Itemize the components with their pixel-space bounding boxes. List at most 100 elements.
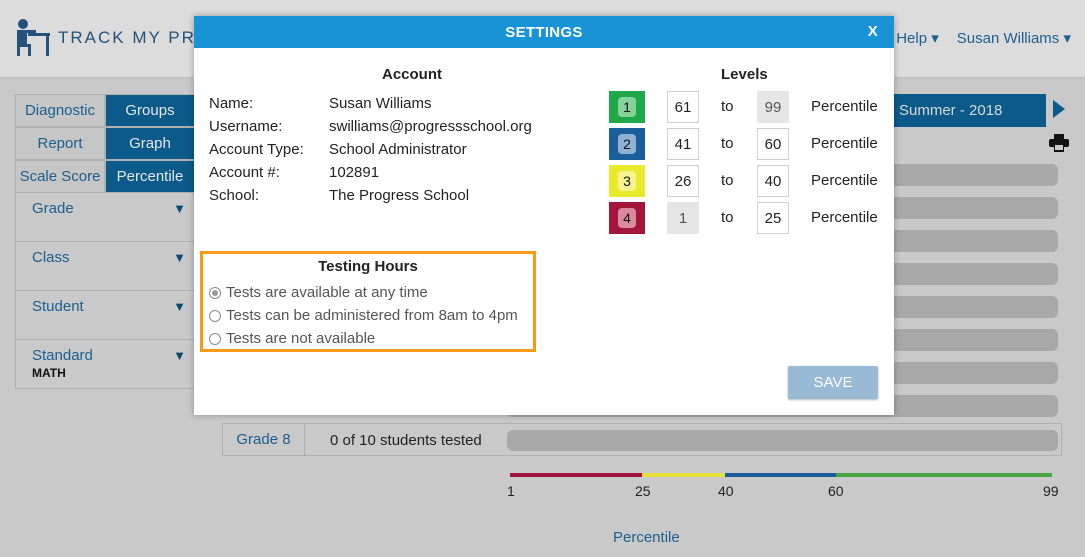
account-value: School Administrator <box>329 141 467 158</box>
standard-filter-value: MATH <box>32 366 66 380</box>
grade-status: 0 of 10 students tested <box>330 432 482 449</box>
account-value: swilliams@progressschool.org <box>329 118 532 135</box>
scale-segment-green <box>836 473 1052 477</box>
season-selector[interactable]: Summer - 2018 <box>893 94 1046 127</box>
level-badge: 4 <box>609 202 645 234</box>
level-from-value: 1 <box>667 202 699 234</box>
level-row-2: 2 41 to 60 Percentile <box>609 128 889 160</box>
account-row: Name: Susan Williams <box>209 92 532 115</box>
top-nav: Help ▾ Susan Williams ▾ <box>896 29 1071 47</box>
scale-segment-red <box>510 473 642 477</box>
level-to-label: to <box>721 98 734 115</box>
testing-option-unavailable[interactable]: Tests are not available <box>209 330 375 347</box>
level-badge: 2 <box>609 128 645 160</box>
scale-tick: 60 <box>828 483 844 499</box>
sidebar: Diagnostic Groups Report Graph Scale Sco… <box>15 94 195 389</box>
scale-tick: 1 <box>507 483 515 499</box>
settings-modal: SETTINGS X Account Name: Susan Williams … <box>194 16 894 415</box>
account-key: Username: <box>209 118 283 135</box>
account-key: Name: <box>209 95 254 112</box>
testing-hours-panel: Testing Hours Tests are available at any… <box>200 251 536 352</box>
account-key: School: <box>209 187 260 204</box>
chevron-down-icon: ▼ <box>173 201 186 216</box>
next-arrow-icon[interactable] <box>1053 100 1065 118</box>
level-to-input[interactable]: 40 <box>757 165 789 197</box>
account-value: The Progress School <box>329 187 470 204</box>
grade-filter[interactable]: Grade ▼ <box>15 193 195 242</box>
testing-option-8am-4pm[interactable]: Tests can be administered from 8am to 4p… <box>209 307 518 324</box>
account-row: School: The Progress School <box>209 184 532 207</box>
graph-toggle[interactable]: Graph <box>105 127 195 160</box>
level-badge: 3 <box>609 165 645 197</box>
account-row: Account #: 102891 <box>209 161 532 184</box>
level-unit-label: Percentile <box>811 98 878 115</box>
level-unit-label: Percentile <box>811 209 878 226</box>
student-filter-label: Student <box>32 298 84 315</box>
standard-filter-label: Standard <box>32 347 93 364</box>
scale-segment-yellow <box>642 473 725 477</box>
chevron-down-icon: ▼ <box>173 348 186 363</box>
modal-header: SETTINGS X <box>194 16 894 48</box>
level-to-input[interactable]: 25 <box>757 202 789 234</box>
grade-progress-bar <box>507 430 1058 451</box>
account-value: 102891 <box>329 164 380 181</box>
app-logo[interactable]: TRACK MY PRO <box>14 18 211 58</box>
grade-filter-label: Grade <box>32 200 74 217</box>
display-toggle-row: Report Graph <box>15 127 195 160</box>
scale-title: Percentile <box>613 529 680 546</box>
account-details: Name: Susan Williams Username: swilliams… <box>209 92 532 207</box>
score-toggle-row: Scale Score Percentile <box>15 160 195 193</box>
radio-unchecked-icon[interactable] <box>209 332 221 345</box>
user-menu[interactable]: Susan Williams ▾ <box>957 29 1071 47</box>
chevron-down-icon: ▼ <box>173 250 186 265</box>
testing-option-label: Tests are available at any time <box>226 284 428 301</box>
scale-score-toggle[interactable]: Scale Score <box>15 160 105 193</box>
class-filter-label: Class <box>32 249 70 266</box>
account-key: Account Type: <box>209 141 304 158</box>
close-button[interactable]: X <box>868 23 878 40</box>
level-to-value: 99 <box>757 91 789 123</box>
level-row-3: 3 26 to 40 Percentile <box>609 165 889 197</box>
account-row: Username: swilliams@progressschool.org <box>209 115 532 138</box>
scale-tick: 25 <box>635 483 651 499</box>
radio-unchecked-icon[interactable] <box>209 309 221 322</box>
level-from-input[interactable]: 41 <box>667 128 699 160</box>
chevron-down-icon: ▼ <box>173 299 186 314</box>
class-filter[interactable]: Class ▼ <box>15 242 195 291</box>
level-from-input[interactable]: 26 <box>667 165 699 197</box>
levels-title: Levels <box>721 66 768 83</box>
level-to-label: to <box>721 135 734 152</box>
student-desk-icon <box>17 19 50 56</box>
level-row-4: 4 1 to 25 Percentile <box>609 202 889 234</box>
account-key: Account #: <box>209 164 280 181</box>
level-to-input[interactable]: 60 <box>757 128 789 160</box>
level-to-label: to <box>721 209 734 226</box>
help-menu[interactable]: Help ▾ <box>896 29 939 47</box>
report-toggle[interactable]: Report <box>15 127 105 160</box>
student-filter[interactable]: Student ▼ <box>15 291 195 340</box>
percentile-toggle[interactable]: Percentile <box>105 160 195 193</box>
radio-checked-icon[interactable] <box>209 286 221 299</box>
level-unit-label: Percentile <box>811 135 878 152</box>
standard-filter[interactable]: Standard ▼ MATH <box>15 340 195 389</box>
level-from-input[interactable]: 61 <box>667 91 699 123</box>
account-title: Account <box>382 66 442 83</box>
grade-row: Grade 8 0 of 10 students tested <box>222 423 1062 456</box>
groups-toggle[interactable]: Groups <box>105 94 195 127</box>
account-row: Account Type: School Administrator <box>209 138 532 161</box>
scale-tick: 99 <box>1043 483 1059 499</box>
testing-option-label: Tests can be administered from 8am to 4p… <box>226 307 518 324</box>
testing-option-anytime[interactable]: Tests are available at any time <box>209 284 428 301</box>
save-button[interactable]: SAVE <box>788 366 878 399</box>
diagnostic-toggle[interactable]: Diagnostic <box>15 94 105 127</box>
modal-title: SETTINGS <box>505 23 583 41</box>
testing-hours-title: Testing Hours <box>318 258 418 275</box>
percentile-scale <box>510 473 1052 477</box>
print-icon[interactable] <box>1049 134 1069 152</box>
account-value: Susan Williams <box>329 95 432 112</box>
level-to-label: to <box>721 172 734 189</box>
logo-text: TRACK MY PRO <box>58 28 212 47</box>
scale-tick: 40 <box>718 483 734 499</box>
grade-link[interactable]: Grade 8 <box>223 424 305 455</box>
level-row-1: 1 61 to 99 Percentile <box>609 91 889 123</box>
